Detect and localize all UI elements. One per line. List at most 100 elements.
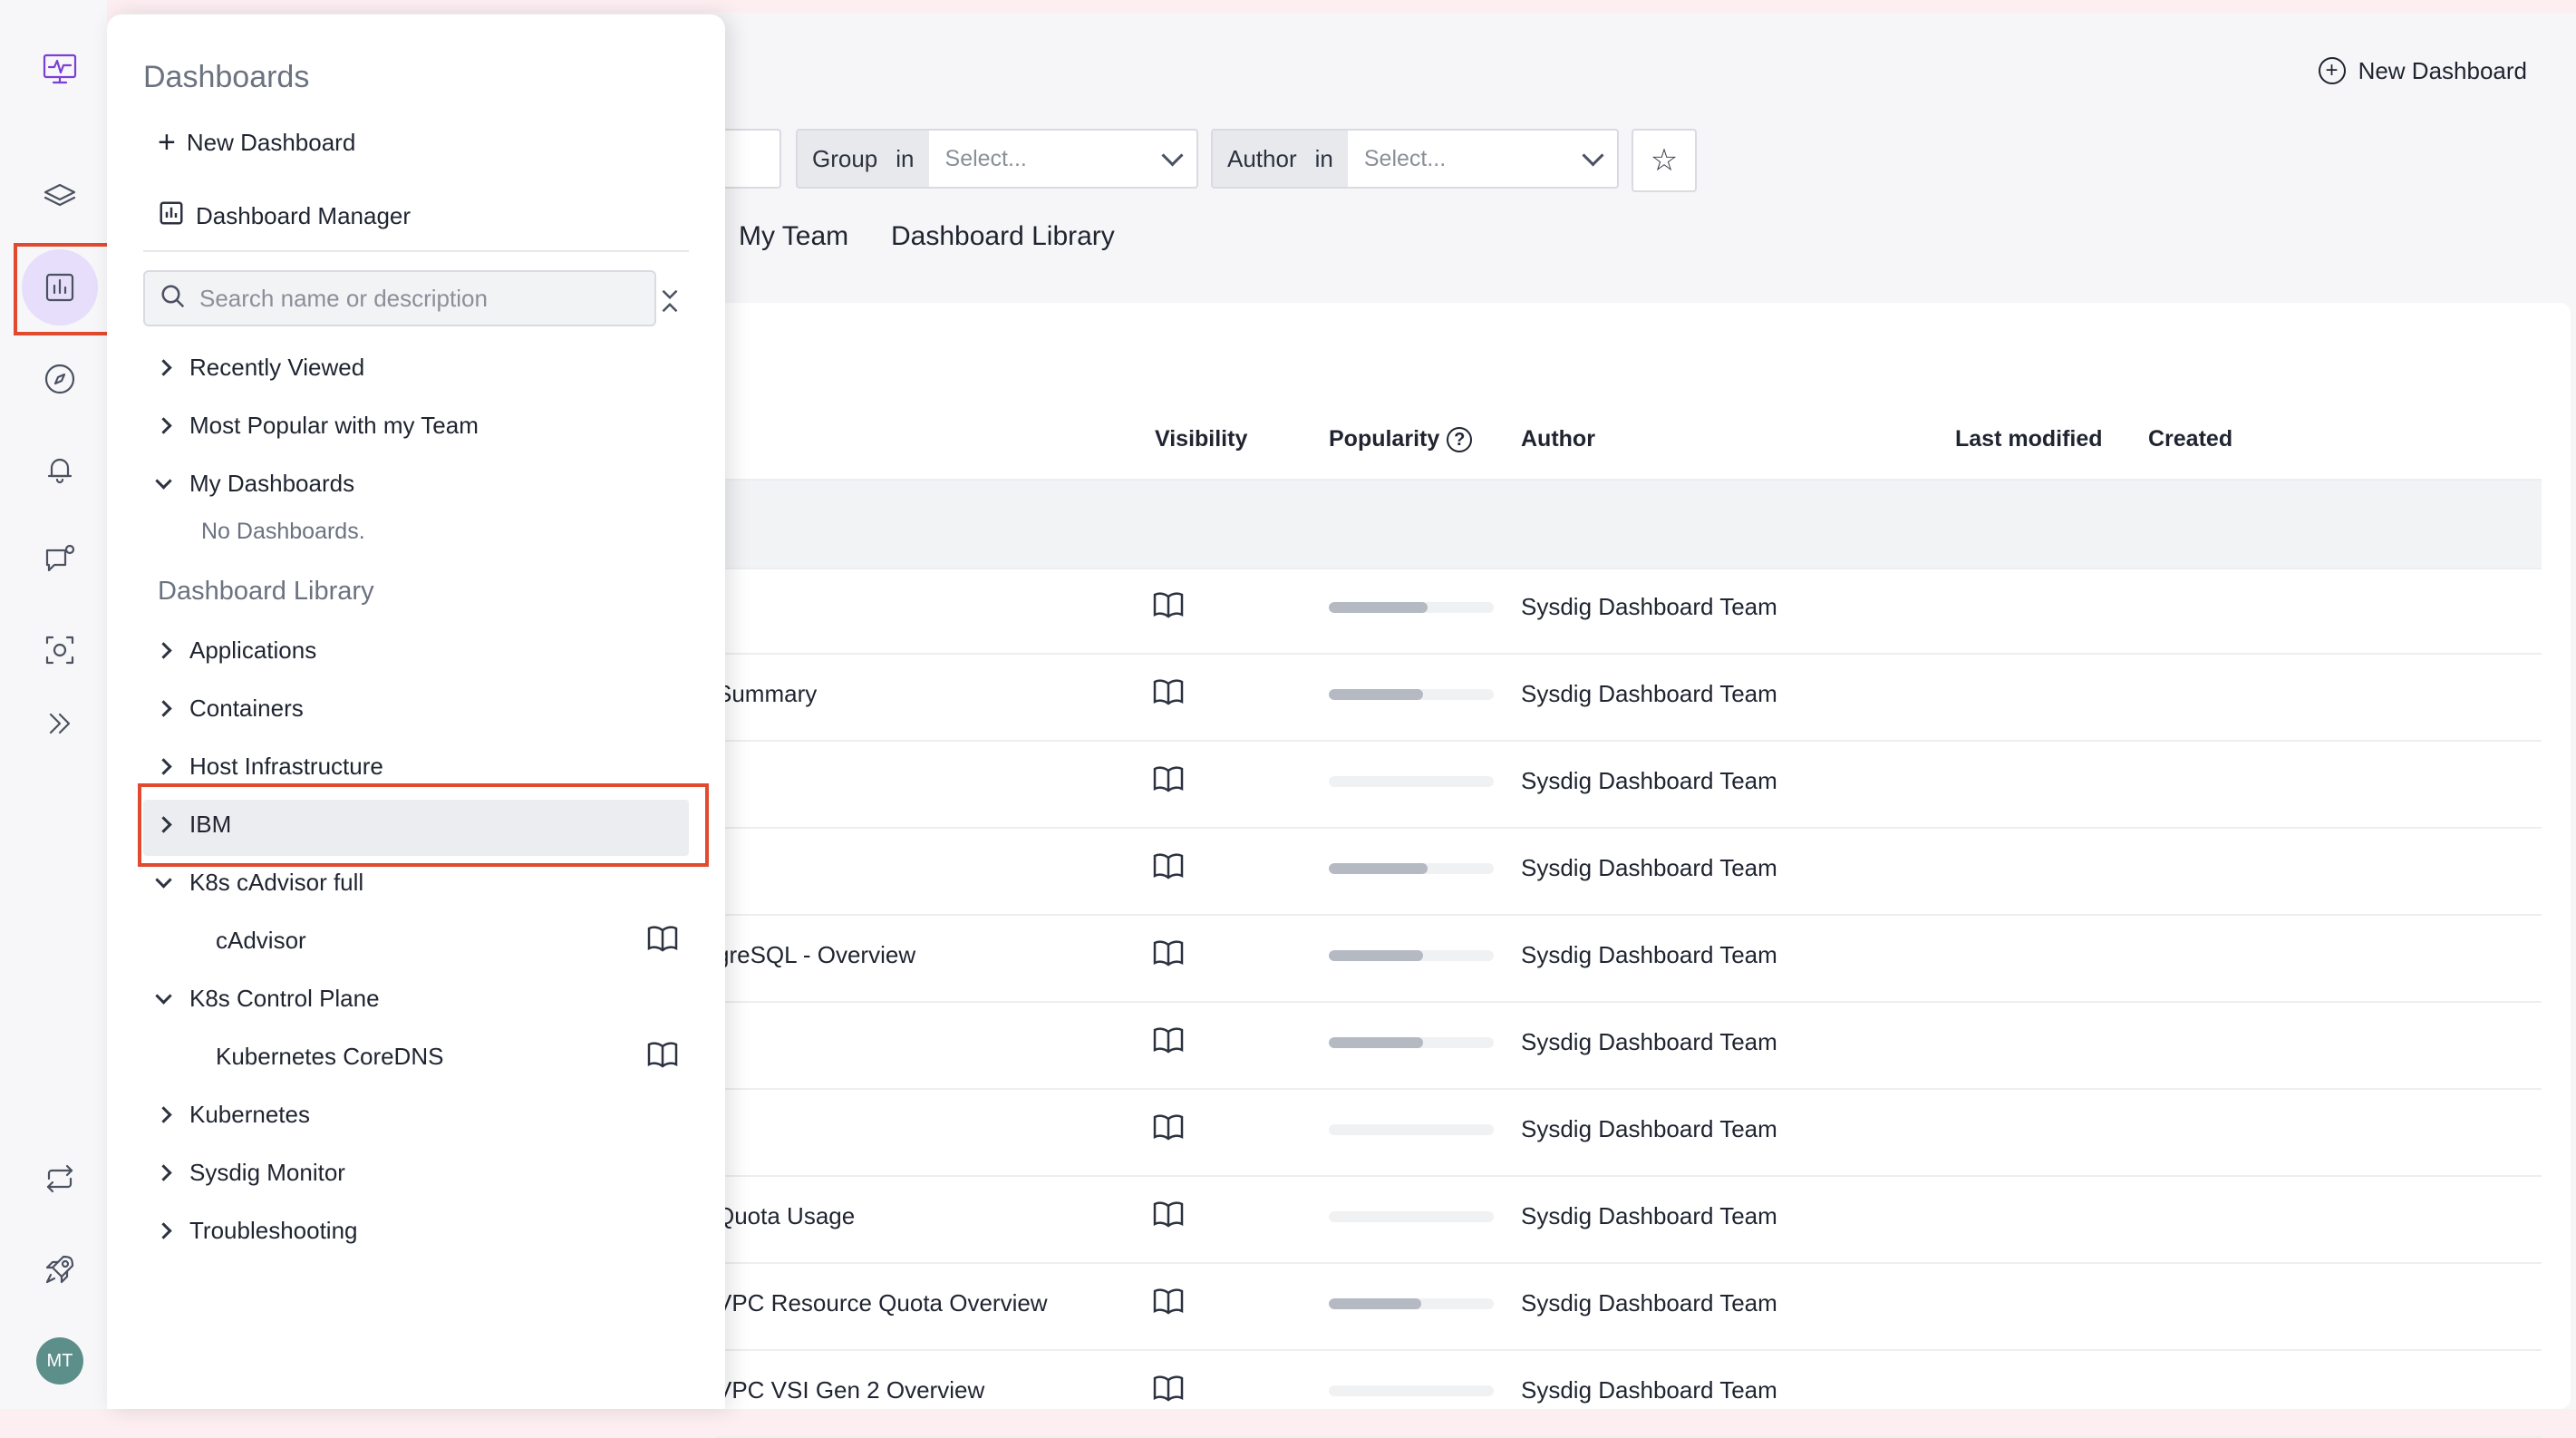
dashboard-name[interactable]: VPC VSI Gen 2 Overview: [716, 1376, 984, 1404]
table-row[interactable]: Sysdig Dashboard Team: [716, 1088, 2542, 1177]
popularity-bar: [1329, 1124, 1494, 1135]
favorites-star-button[interactable]: ☆: [1632, 129, 1697, 192]
group-filter[interactable]: Group in Select...: [796, 129, 1198, 189]
table-group-header: [716, 479, 2542, 569]
tree-item-cadvisor[interactable]: cAdvisor: [216, 927, 306, 955]
panel-search-box[interactable]: [143, 270, 656, 326]
library-heading: Dashboard Library: [158, 577, 374, 606]
panel-new-dashboard-button[interactable]: + New Dashboard: [158, 127, 355, 158]
help-icon[interactable]: ?: [1447, 427, 1473, 453]
visibility-book-icon: [1153, 939, 1184, 974]
visibility-book-icon: [1153, 678, 1184, 713]
author-filter[interactable]: Author in Select...: [1211, 129, 1619, 189]
panel-divider: [143, 250, 689, 252]
dashboard-author: Sysdig Dashboard Team: [1521, 854, 1777, 881]
dashboards-nav-highlight: [14, 243, 111, 335]
dashboard-name[interactable]: greSQL - Overview: [716, 941, 915, 969]
chevron-right-icon: [155, 1222, 172, 1239]
dashboard-author: Sysdig Dashboard Team: [1521, 1028, 1777, 1055]
group-filter-operator: in: [896, 144, 915, 172]
layers-icon[interactable]: [31, 169, 89, 227]
column-last-modified[interactable]: Last modified: [1955, 426, 2103, 452]
chevron-down-icon: [155, 472, 172, 490]
collapse-all-button[interactable]: [649, 283, 691, 319]
dashboard-author: Sysdig Dashboard Team: [1521, 680, 1777, 707]
visibility-book-icon: [1153, 1200, 1184, 1235]
popularity-bar-fill: [1329, 602, 1428, 613]
chevron-right-icon: [155, 1164, 172, 1181]
tree-item-host-infrastructure[interactable]: Host Infrastructure: [155, 753, 383, 781]
explore-compass-icon[interactable]: [31, 350, 89, 408]
dashboard-author: Sysdig Dashboard Team: [1521, 1115, 1777, 1142]
dashboard-author: Sysdig Dashboard Team: [1521, 1289, 1777, 1317]
tab-my-team[interactable]: My Team: [739, 221, 848, 252]
popularity-bar: [1329, 1211, 1494, 1222]
panel-title: Dashboards: [143, 60, 310, 94]
table-row[interactable]: Quota Usage Sysdig Dashboard Team: [716, 1175, 2542, 1264]
dashboard-name[interactable]: VPC Resource Quota Overview: [716, 1289, 1048, 1317]
table-row[interactable]: Sysdig Dashboard Team: [716, 827, 2542, 916]
column-visibility[interactable]: Visibility: [1155, 426, 1247, 452]
table-row[interactable]: Sysdig Dashboard Team: [716, 1001, 2542, 1090]
table-row[interactable]: Sysdig Dashboard Team: [716, 740, 2542, 829]
search-input[interactable]: [198, 283, 627, 314]
popularity-bar: [1329, 1385, 1494, 1396]
dashboard-author: Sysdig Dashboard Team: [1521, 1202, 1777, 1229]
tab-dashboard-library[interactable]: Dashboard Library: [891, 221, 1115, 252]
popularity-bar-fill: [1329, 950, 1423, 961]
visibility-book-icon: [1153, 765, 1184, 800]
tree-item-kubernetes[interactable]: Kubernetes: [155, 1101, 310, 1129]
table-row[interactable]: greSQL - Overview Sysdig Dashboard Team: [716, 914, 2542, 1003]
expand-nav-icon[interactable]: [31, 695, 89, 753]
tree-item-most-popular[interactable]: Most Popular with my Team: [155, 412, 479, 440]
tree-item-containers[interactable]: Containers: [155, 695, 304, 723]
popularity-bar-fill: [1329, 689, 1423, 700]
popularity-bar-fill: [1329, 863, 1428, 874]
table-row[interactable]: Sysdig Dashboard Team: [716, 566, 2542, 655]
tree-item-k8s-cadvisor-full[interactable]: K8s cAdvisor full: [155, 869, 363, 897]
author-select[interactable]: Select...: [1348, 131, 1617, 187]
tree-item-troubleshooting[interactable]: Troubleshooting: [155, 1217, 358, 1245]
tree-item-k8s-control-plane[interactable]: K8s Control Plane: [155, 985, 380, 1013]
tree-item-sysdig-monitor[interactable]: Sysdig Monitor: [155, 1159, 345, 1187]
popularity-bar: [1329, 689, 1494, 700]
column-popularity[interactable]: Popularity?: [1329, 426, 1473, 453]
visibility-book-icon: [1153, 591, 1184, 626]
integrations-sync-icon[interactable]: [31, 1150, 89, 1208]
chevron-right-icon: [155, 1106, 172, 1123]
plus-icon: +: [158, 125, 176, 160]
chevron-right-icon: [155, 417, 172, 434]
search-icon: [160, 283, 187, 315]
tree-item-recently-viewed[interactable]: Recently Viewed: [155, 354, 364, 382]
chevron-right-icon: [155, 642, 172, 659]
dashboard-author: Sysdig Dashboard Team: [1521, 941, 1777, 968]
ibm-highlight: [138, 783, 709, 867]
visibility-book-icon: [1153, 1375, 1184, 1409]
tree-item-kubernetes-coredns[interactable]: Kubernetes CoreDNS: [216, 1043, 443, 1071]
dashboard-manager-button[interactable]: Dashboard Manager: [158, 199, 411, 233]
plus-circle-icon: +: [2318, 57, 2346, 84]
capture-icon[interactable]: [31, 621, 89, 679]
table-row[interactable]: VPC VSI Gen 2 Overview Sysdig Dashboard T…: [716, 1349, 2542, 1438]
tree-item-my-dashboards[interactable]: My Dashboards: [155, 470, 354, 498]
library-book-icon: [647, 925, 678, 957]
user-avatar[interactable]: MT: [36, 1337, 83, 1385]
table-row[interactable]: VPC Resource Quota Overview Sysdig Dashbo…: [716, 1262, 2542, 1351]
dashboard-name[interactable]: Quota Usage: [716, 1202, 855, 1230]
nav-rail: MT: [0, 0, 111, 1409]
new-dashboard-button[interactable]: + New Dashboard: [2318, 54, 2527, 87]
column-created[interactable]: Created: [2148, 426, 2232, 452]
events-chat-icon[interactable]: [31, 530, 89, 588]
popularity-bar: [1329, 602, 1494, 613]
tree-item-applications[interactable]: Applications: [155, 636, 316, 665]
dashboard-name[interactable]: Summary: [716, 680, 817, 708]
column-author[interactable]: Author: [1521, 426, 1595, 452]
popularity-bar: [1329, 776, 1494, 787]
table-row[interactable]: Summary Sysdig Dashboard Team: [716, 653, 2542, 742]
group-select[interactable]: Select...: [929, 131, 1196, 187]
sysdig-monitor-logo-icon[interactable]: [31, 40, 89, 98]
popularity-bar-fill: [1329, 1298, 1421, 1309]
alerts-bell-icon[interactable]: [31, 440, 89, 498]
chevron-down-icon: [1161, 143, 1184, 167]
get-started-rocket-icon[interactable]: [31, 1240, 89, 1298]
